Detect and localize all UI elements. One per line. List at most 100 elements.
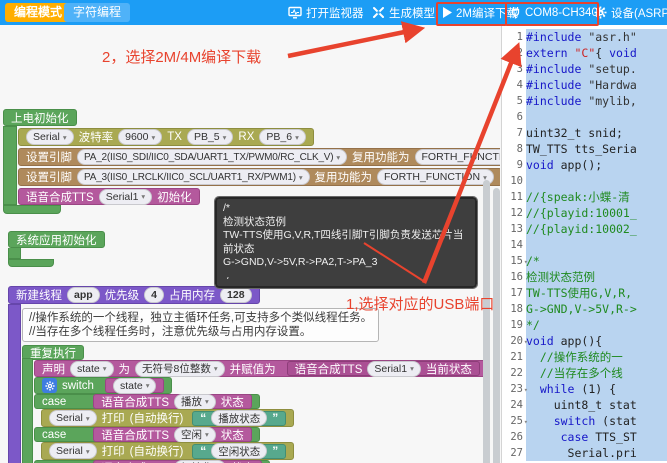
- pin-dropdown[interactable]: PA_2(IIS0_SDI/IIC0_SDA/UART1_TX/PWM0/RC_…: [77, 149, 347, 165]
- fn-dropdown[interactable]: FORTH_FUNCTION▾: [377, 169, 494, 185]
- code-text[interactable]: case TTS_ST: [526, 429, 667, 445]
- device-button[interactable]: 设备(ASRPRO): [594, 0, 667, 25]
- priority-field[interactable]: 4: [144, 287, 165, 303]
- code-text[interactable]: 检测状态范例: [526, 269, 667, 285]
- gear-icon: [594, 6, 607, 19]
- code-text[interactable]: [526, 173, 667, 189]
- thread-header[interactable]: 新建线程 app 优先级 4 占用内存 128: [8, 286, 260, 304]
- code-text[interactable]: extern "C"{ void: [526, 45, 667, 61]
- code-text[interactable]: TW-TTS使用G,V,R,: [526, 285, 667, 301]
- thread-block[interactable]: 新建线程 app 优先级 4 占用内存 128 //操作系统的一个线程，独立主循…: [8, 286, 488, 463]
- code-text[interactable]: //{speak:小蝶-清: [526, 189, 667, 205]
- code-text[interactable]: Serial.pri: [526, 445, 667, 461]
- code-text[interactable]: void app(){: [526, 333, 667, 349]
- var-dropdown[interactable]: state ▾: [112, 377, 157, 394]
- code-editor[interactable]: 1 #include "asr.h" 2 extern "C"{ void 3 #incl…: [501, 25, 667, 463]
- serial-port-button[interactable]: COM8-CH340K: [510, 0, 606, 25]
- code-line: 20 ▾ void app(){: [502, 333, 667, 349]
- code-text[interactable]: */: [526, 317, 667, 333]
- pin-dropdown[interactable]: PA_3(IIS0_LRCLK/IIC0_SCL/UART1_RX/PWM1) ▾: [77, 169, 310, 185]
- string-block[interactable]: “ 播放状态 ”: [192, 410, 287, 426]
- loop-block[interactable]: 重复执行 声明 state ▾ 为 无符号8位整数 ▾ 并赋值为 语音合成TTS S…: [22, 345, 488, 463]
- tab-block-mode[interactable]: 编程模式: [5, 3, 72, 22]
- state-dropdown[interactable]: 初始化▾: [174, 459, 227, 463]
- code-text[interactable]: G->GND,V->5V,R->: [526, 301, 667, 317]
- workspace-scrollbar[interactable]: [483, 180, 490, 463]
- power-init-hat[interactable]: 上电初始化: [3, 109, 77, 126]
- tts-status-condition-block[interactable]: 语音合成TTS 空闲 ▾ 状态: [93, 426, 252, 443]
- case-row[interactable]: case 语音合成TTS 空闲 ▾ 状态: [34, 426, 260, 443]
- code-text[interactable]: #include "setup.: [526, 61, 667, 77]
- tts-serial-dropdown[interactable]: Serial1 ▾: [98, 188, 153, 205]
- string-field[interactable]: 播放状态: [211, 410, 268, 426]
- memory-field[interactable]: 128: [220, 287, 252, 303]
- tts-status-value-block[interactable]: 语音合成TTS Serial1 ▾ 当前状态: [286, 360, 480, 377]
- power-init-label: 上电初始化: [11, 112, 69, 125]
- serial-dropdown[interactable]: Serial ▾: [49, 443, 97, 459]
- code-text[interactable]: while (1) {: [526, 381, 667, 397]
- code-text[interactable]: TW_TTS tts_Seria: [526, 141, 667, 157]
- type-dropdown[interactable]: 无符号8位整数 ▾: [135, 360, 225, 377]
- set-pin-block-1[interactable]: 设置引脚 PA_2(IIS0_SDI/IIC0_SDA/UART1_TX/PWM…: [18, 148, 500, 166]
- code-text[interactable]: uint8_t stat: [526, 397, 667, 413]
- serial-print-block[interactable]: Serial ▾ 打印 (自动换行) “ 空闲状态 ”: [41, 442, 295, 460]
- code-line: 11//{speak:小蝶-清: [502, 189, 667, 205]
- declare-block[interactable]: 声明 state ▾ 为 无符号8位整数 ▾ 并赋值为 语音合成TTS Serial…: [34, 360, 488, 377]
- thread-comment-block[interactable]: //操作系统的一个线程，独立主循环任务,可支持多个类似线程任务。 //当存在多个线…: [22, 308, 380, 342]
- fold-marker-icon[interactable]: ▾: [524, 414, 528, 430]
- code-text[interactable]: [526, 109, 667, 125]
- code-text[interactable]: //{playid:10001_: [526, 205, 667, 221]
- block-workspace[interactable]: 上电初始化 Serial ▾ 波特率 9600 ▾ TX PB_5 ▾ RX PB_6…: [0, 25, 500, 463]
- toolbar: 编程模式 字符编程 打开监视器 生成模型 2M编译下载 COM8-CH340K …: [0, 0, 667, 25]
- tab-text-mode[interactable]: 字符编程: [64, 3, 131, 22]
- case-row[interactable]: case 语音合成TTS 播放 ▾ 状态: [34, 393, 260, 410]
- tx-pin-dropdown[interactable]: PB_5 ▾: [186, 129, 234, 145]
- tts-serial-dropdown[interactable]: Serial1 ▾: [367, 360, 421, 377]
- line-number: 27: [502, 445, 526, 461]
- mutator-gear-icon[interactable]: [42, 378, 57, 393]
- state-dropdown[interactable]: 空闲 ▾: [174, 426, 216, 443]
- code-text[interactable]: uint32_t snid;: [526, 125, 667, 141]
- code-text[interactable]: //{playid:10002_: [526, 221, 667, 237]
- state-dropdown[interactable]: 播放 ▾: [174, 393, 216, 410]
- fn-value: FORTH_FUNCTION: [384, 171, 481, 183]
- serial-dropdown[interactable]: Serial ▾: [49, 410, 97, 426]
- code-text[interactable]: //当存在多个线: [526, 365, 667, 381]
- open-monitor-button[interactable]: 打开监视器: [288, 0, 364, 25]
- comment-block[interactable]: /* 检测状态范例 TW-TTS使用G,V,R,T四线引脚T引脚负责发送芯片当前状态…: [214, 196, 478, 289]
- baud-dropdown[interactable]: 9600 ▾: [118, 129, 163, 145]
- code-text[interactable]: #include "mylib,: [526, 93, 667, 109]
- tts-init-block[interactable]: 语音合成TTS Serial1 ▾ 初始化: [18, 188, 200, 205]
- code-text[interactable]: #include "asr.h": [526, 29, 667, 45]
- print-mode-label: (自动换行): [129, 413, 184, 425]
- code-text[interactable]: void app();: [526, 157, 667, 173]
- code-token: while: [539, 382, 575, 396]
- code-scrollbar[interactable]: [493, 188, 500, 463]
- code-text[interactable]: //操作系统的一: [526, 349, 667, 365]
- fold-marker-icon[interactable]: ▾: [524, 254, 528, 270]
- fn-dropdown[interactable]: FORTH_FUNCTION▾: [414, 149, 500, 165]
- thread-name-field[interactable]: app: [67, 287, 100, 303]
- tts-status-condition-block[interactable]: 语音合成TTS 播放 ▾ 状态: [93, 393, 252, 410]
- serial-init-block[interactable]: Serial ▾ 波特率 9600 ▾ TX PB_5 ▾ RX PB_6 ▾: [18, 128, 314, 146]
- rx-pin-dropdown[interactable]: PB_6 ▾: [259, 129, 306, 145]
- sys-init-hat[interactable]: 系统应用初始化: [8, 231, 105, 248]
- sys-init-block[interactable]: 系统应用初始化: [8, 231, 105, 267]
- code-text[interactable]: #include "Hardwa: [526, 77, 667, 93]
- generate-model-button[interactable]: 生成模型: [372, 0, 435, 25]
- line-number: 15 ▾: [502, 253, 528, 270]
- serial-port-dropdown[interactable]: Serial ▾: [26, 129, 74, 145]
- code-text[interactable]: switch (stat: [526, 413, 667, 429]
- serial-print-block[interactable]: Serial ▾ 打印 (自动换行) “ 播放状态 ”: [41, 409, 295, 427]
- code-text[interactable]: /*: [526, 253, 667, 269]
- fold-marker-icon[interactable]: ▾: [524, 334, 528, 350]
- switch-block[interactable]: switch state ▾: [34, 377, 173, 394]
- string-block[interactable]: “ 空闲状态 ”: [192, 443, 287, 459]
- compile-download-button[interactable]: 2M编译下载: [443, 0, 518, 25]
- switch-var-block[interactable]: state ▾: [104, 377, 165, 394]
- string-field[interactable]: 空闲状态: [211, 443, 268, 459]
- set-pin-block-2[interactable]: 设置引脚 PA_3(IIS0_LRCLK/IIC0_SCL/UART1_RX/P…: [18, 168, 500, 186]
- code-text[interactable]: [526, 237, 667, 253]
- fold-marker-icon[interactable]: ▾: [524, 382, 528, 398]
- var-dropdown[interactable]: state ▾: [70, 360, 114, 377]
